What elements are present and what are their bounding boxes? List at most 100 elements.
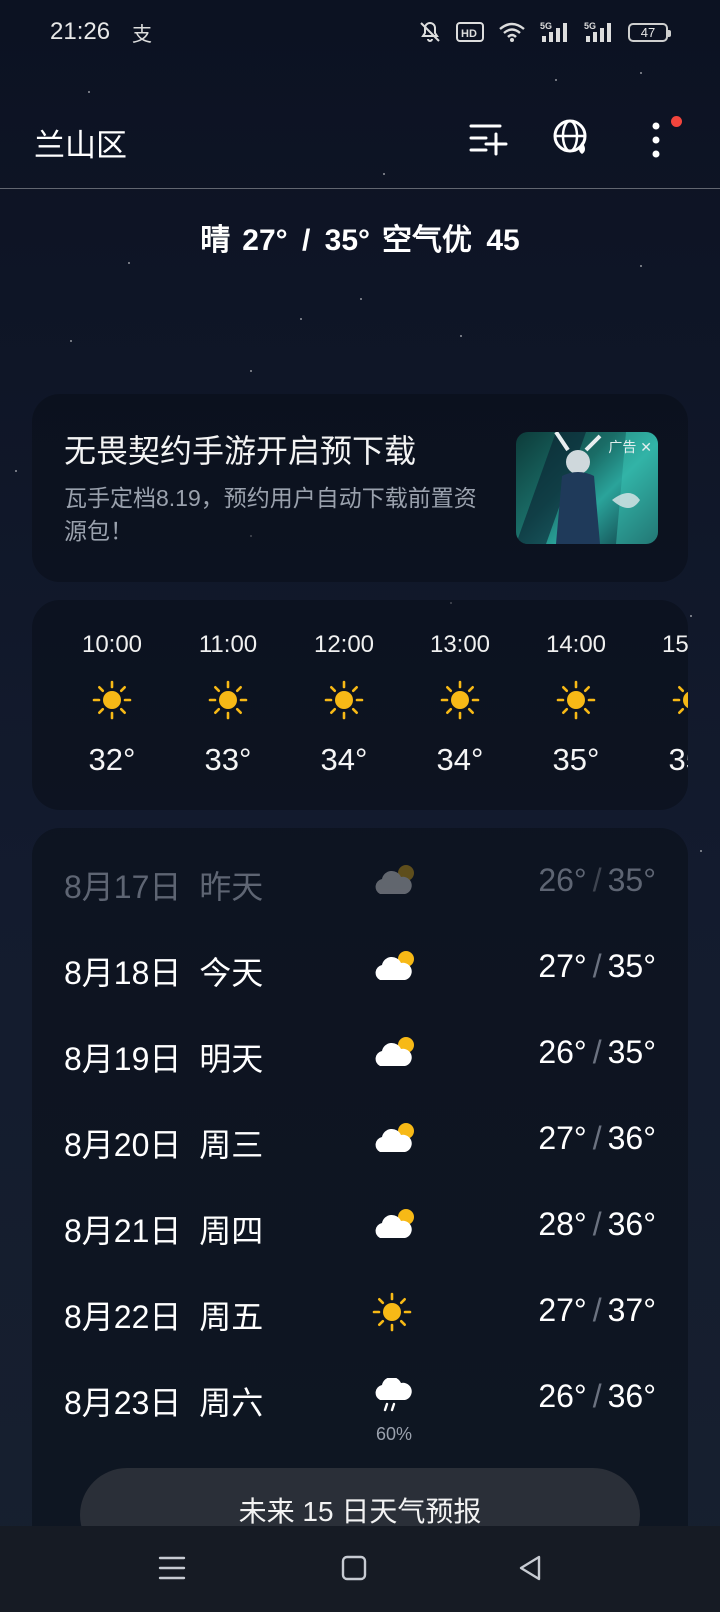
day-name: 今天 (199, 955, 264, 991)
day-temp-range: 27°/36° (538, 1120, 656, 1156)
day-date: 8月18日 (64, 955, 182, 991)
temp-range: 27° / 35° (242, 224, 371, 257)
globe-button[interactable] (550, 118, 594, 162)
city-list-button[interactable] (466, 118, 510, 162)
hour-temp: 32° (88, 742, 136, 777)
hour-temp: 33° (204, 742, 252, 777)
day-temp-range: 26°/35° (538, 1034, 656, 1070)
globe-icon (552, 118, 592, 163)
sun-icon (556, 680, 596, 725)
day-date: 8月17日 (64, 869, 182, 905)
hour-time: 12:00 (313, 631, 375, 658)
day-low: 26° (538, 862, 587, 898)
hour-temp: 34° (320, 742, 368, 777)
day-high: 37° (607, 1292, 656, 1328)
day-date-label: 8月22日 周五 (64, 1292, 263, 1338)
signal-5g-icon: 5G (540, 20, 570, 44)
location-title[interactable]: 兰山区 (34, 120, 127, 165)
svg-text:5G: 5G (584, 21, 596, 31)
day-high: 36° (607, 1120, 656, 1156)
menu-icon (158, 1555, 186, 1586)
wifi-icon (498, 21, 526, 43)
ad-image[interactable]: 广告 ✕ (516, 432, 658, 544)
daily-row[interactable]: 8月21日 周四 28°/36° (32, 1186, 688, 1274)
status-time: 21:26 (50, 18, 111, 45)
hourly-item: 13:00 34° (402, 600, 518, 810)
sun-icon (208, 680, 248, 725)
hour-time: 14:00 (545, 631, 607, 658)
back-button[interactable] (508, 1548, 552, 1592)
day-name: 周四 (199, 1213, 264, 1249)
navigation-bar (0, 1526, 720, 1612)
hour-time: 13:00 (429, 631, 491, 658)
partly-cloudy-icon (372, 1120, 418, 1161)
day-high: 35° (607, 862, 656, 898)
day-high: 36° (607, 1378, 656, 1414)
hourly-item: 15:00 35° (634, 600, 688, 810)
sun-icon (324, 680, 364, 725)
daily-forecast: 8月17日 昨天 26°/35° 8月18日 今天 27°/35° 8月19日 明天… (32, 828, 688, 1588)
day-date-label: 8月23日 周六 (64, 1378, 263, 1424)
ad-title: 无畏契约手游开启预下载 (64, 433, 417, 469)
recent-apps-button[interactable] (150, 1548, 194, 1592)
hourly-item: 11:00 33° (170, 600, 286, 810)
hourly-item: 10:00 32° (54, 600, 170, 810)
daily-row[interactable]: 8月19日 明天 26°/35° (32, 1014, 688, 1102)
day-low: 27° (538, 1292, 587, 1328)
ad-tag-label: 广告 (608, 439, 637, 455)
air-quality[interactable]: 空气优 45 (382, 224, 520, 257)
partly-cloudy-icon (372, 948, 418, 989)
app-header: 兰山区 (0, 100, 720, 189)
alipay-notification-icon: 支 (132, 24, 152, 46)
day-date: 8月20日 (64, 1127, 182, 1163)
day-name: 明天 (199, 1041, 264, 1077)
back-triangle-icon (517, 1554, 543, 1587)
day-low: 27° (538, 1120, 587, 1156)
day-high: 35° (607, 948, 656, 984)
ad-description: 瓦手定档8.19，预约用户自动下载前置资源包！ (64, 485, 477, 544)
day-high: 35° (607, 1034, 656, 1070)
rain-icon (372, 1376, 414, 1419)
signal-5g-icon: 5G (584, 20, 614, 44)
partly-cloudy-icon (372, 862, 418, 903)
day-date: 8月21日 (64, 1213, 182, 1249)
sun-icon (672, 680, 688, 725)
partly-cloudy-icon (372, 1206, 418, 1247)
day-date-label: 8月19日 明天 (64, 1034, 263, 1080)
day-name: 周五 (199, 1299, 264, 1335)
day-low: 27° (538, 948, 587, 984)
day-temp-range: 27°/35° (538, 948, 656, 984)
daily-row[interactable]: 8月22日 周五 27°/37° (32, 1272, 688, 1360)
day-date: 8月22日 (64, 1299, 182, 1335)
day-temp-range: 27°/37° (538, 1292, 656, 1328)
daily-row[interactable]: 8月18日 今天 27°/35° (32, 928, 688, 1016)
day-date: 8月19日 (64, 1041, 182, 1077)
ad-card[interactable]: 无畏契约手游开启预下载 瓦手定档8.19，预约用户自动下载前置资源包！ 广告 ✕ (32, 394, 688, 582)
day-low: 26° (538, 1378, 587, 1414)
day-temp-range: 28°/36° (538, 1206, 656, 1242)
hour-time: 15:00 (661, 631, 688, 658)
more-options-button[interactable] (634, 116, 682, 162)
battery-indicator: 47 (628, 22, 671, 42)
status-bar: 21:26 支 HD 5G 5G 47 (0, 0, 720, 66)
close-icon[interactable]: ✕ (636, 439, 652, 455)
hour-temp: 35° (668, 742, 688, 777)
home-square-icon (341, 1555, 367, 1586)
precipitation-chance: 60% (375, 1424, 413, 1444)
hd-icon: HD (456, 22, 484, 42)
home-button[interactable] (332, 1548, 376, 1592)
day-date-label: 8月18日 今天 (64, 948, 263, 994)
day-date: 8月23日 (64, 1385, 182, 1421)
svg-text:5G: 5G (540, 21, 552, 31)
daily-row[interactable]: 8月20日 周三 27°/36° (32, 1100, 688, 1188)
weather-summary: 晴 27° / 35° 空气优 45 (0, 215, 720, 259)
daily-row[interactable]: 8月17日 昨天 26°/35° (32, 842, 688, 930)
mute-icon (418, 20, 442, 44)
day-low: 28° (538, 1206, 587, 1242)
notification-badge (671, 116, 682, 127)
daily-row[interactable]: 8月23日 周六 60% 26°/36° (32, 1358, 688, 1446)
day-name: 昨天 (199, 869, 264, 905)
hourly-forecast[interactable]: 10:00 32° 11:00 33° 12:00 34° 13:00 34° 14:0… (32, 600, 688, 810)
hourly-item: 12:00 34° (286, 600, 402, 810)
day-temp-range: 26°/35° (538, 862, 656, 898)
